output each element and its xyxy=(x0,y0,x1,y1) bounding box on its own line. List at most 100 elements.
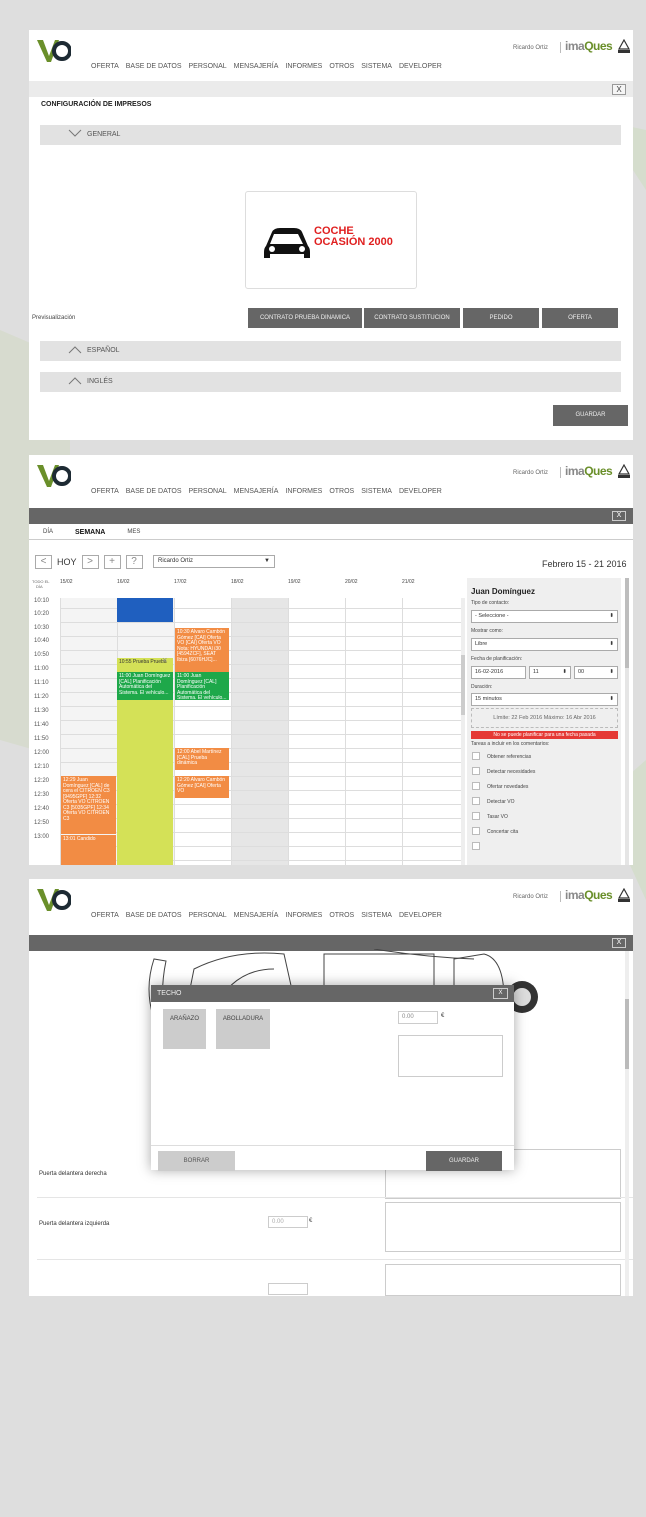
task-checkbox[interactable] xyxy=(472,842,480,850)
day-header[interactable]: 17/02 xyxy=(174,579,187,585)
delete-button[interactable]: BORRAR xyxy=(158,1151,235,1171)
save-button[interactable]: GUARDAR xyxy=(553,405,628,426)
event-block[interactable]: 12:29 Juan Domínguez [CAL] de cera el CI… xyxy=(61,776,116,834)
prev-button[interactable]: < xyxy=(35,555,52,569)
section-general[interactable]: GENERAL xyxy=(40,125,621,145)
event-block[interactable]: 13:01 Candido xyxy=(61,835,116,865)
hour-select[interactable]: 11 ⬍ xyxy=(529,666,571,679)
price-input[interactable] xyxy=(268,1283,308,1295)
nav-developer[interactable]: DEVELOPER xyxy=(399,488,442,495)
day-header[interactable]: 20/02 xyxy=(345,579,358,585)
nav-otros[interactable]: OTROS xyxy=(329,488,354,495)
task-checkbox[interactable] xyxy=(472,827,480,835)
event-block[interactable] xyxy=(117,598,173,622)
close-button[interactable]: X xyxy=(493,988,508,999)
nav-personal[interactable]: PERSONAL xyxy=(189,912,227,919)
company-logo[interactable] xyxy=(35,887,71,917)
price-input[interactable]: 0.00 xyxy=(398,1011,438,1024)
nav-otros[interactable]: OTROS xyxy=(329,63,354,70)
nav-base-de-datos[interactable]: BASE DE DATOS xyxy=(126,488,182,495)
company-logo[interactable] xyxy=(35,463,71,493)
scrollbar-thumb[interactable] xyxy=(625,578,629,668)
close-button[interactable]: X xyxy=(612,511,626,521)
add-button[interactable]: + xyxy=(103,555,121,569)
nav-personal[interactable]: PERSONAL xyxy=(189,63,227,70)
event-block[interactable]: 11:00 Juan Domínguez [CAL] Planificación… xyxy=(117,672,173,700)
nav-oferta[interactable]: OFERTA xyxy=(91,488,119,495)
event-block[interactable]: 10:30 Alvaro Cambón Gómez [CAI] Oferta V… xyxy=(175,628,229,672)
section-english[interactable]: INGLÉS xyxy=(40,372,621,392)
grid-line xyxy=(60,622,461,623)
calendar-grid[interactable]: 10:10 10:20 10:30 10:40 10:50 11:00 11:1… xyxy=(29,598,464,865)
task-checkbox[interactable] xyxy=(472,782,480,790)
user-name[interactable]: Ricardo Ortiz xyxy=(513,45,548,51)
duration-select[interactable]: 15 minutos ⬍ xyxy=(471,693,618,706)
nav-developer[interactable]: DEVELOPER xyxy=(399,63,442,70)
day-header[interactable]: 15/02 xyxy=(60,579,73,585)
event-block[interactable]: 12:00 Abel Martínez [CAL] Prueba dinámic… xyxy=(175,748,229,770)
nav-mensajeria[interactable]: MENSAJERÍA xyxy=(234,912,279,919)
nav-informes[interactable]: INFORMES xyxy=(285,488,322,495)
offer-button[interactable]: OFERTA xyxy=(542,308,618,328)
day-header[interactable]: 21/02 xyxy=(402,579,415,585)
scrollbar-thumb[interactable] xyxy=(625,999,629,1069)
event-block[interactable]: 11:00 Juan Domínguez [CAL] Planificación… xyxy=(175,672,229,700)
logo-preview[interactable]: COCHE OCASIÓN 2000 xyxy=(245,191,417,289)
minute-select[interactable]: 00 ⬍ xyxy=(574,666,618,679)
notes-textarea[interactable] xyxy=(385,1202,621,1252)
user-name[interactable]: Ricardo Ortiz xyxy=(513,470,548,476)
nav-base-de-datos[interactable]: BASE DE DATOS xyxy=(126,912,182,919)
nav-oferta[interactable]: OFERTA xyxy=(91,63,119,70)
task-checkbox[interactable] xyxy=(472,752,480,760)
event-block[interactable]: 12:20 Alvaro Cambón Gómez [CAI] Oferta V… xyxy=(175,776,229,798)
company-logo[interactable] xyxy=(35,38,71,68)
task-label: Tasar VO xyxy=(487,814,508,820)
close-icon[interactable]: × xyxy=(162,655,167,665)
grid-line xyxy=(60,636,461,637)
nav-sistema[interactable]: SISTEMA xyxy=(361,63,392,70)
nav-mensajeria[interactable]: MENSAJERÍA xyxy=(234,488,279,495)
nav-developer[interactable]: DEVELOPER xyxy=(399,912,442,919)
nav-oferta[interactable]: OFERTA xyxy=(91,912,119,919)
next-button[interactable]: > xyxy=(81,555,99,569)
nav-base-de-datos[interactable]: BASE DE DATOS xyxy=(126,63,182,70)
scratch-button[interactable]: ARAÑAZO xyxy=(163,1009,206,1049)
person-select[interactable]: Ricardo Ortiz ▼ xyxy=(153,555,275,568)
task-checkbox[interactable] xyxy=(472,767,480,775)
nav-otros[interactable]: OTROS xyxy=(329,912,354,919)
test-drive-contract-button[interactable]: CONTRATO PRUEBA DINAMICA xyxy=(248,308,362,328)
task-checkbox[interactable] xyxy=(472,812,480,820)
dent-button[interactable]: ABOLLADURA xyxy=(216,1009,270,1049)
contact-type-select[interactable]: - Seleccione - ⬍ xyxy=(471,610,618,623)
nav-informes[interactable]: INFORMES xyxy=(285,912,322,919)
replacement-contract-button[interactable]: CONTRATO SUSTITUCION xyxy=(364,308,460,328)
close-button[interactable]: X xyxy=(612,84,626,95)
tab-day[interactable]: DÍA xyxy=(43,529,53,536)
save-button[interactable]: GUARDAR xyxy=(426,1151,502,1171)
close-button[interactable]: X xyxy=(612,938,626,948)
show-as-select[interactable]: Libre ⬍ xyxy=(471,638,618,651)
nav-personal[interactable]: PERSONAL xyxy=(189,488,227,495)
user-name[interactable]: Ricardo Ortiz xyxy=(513,894,548,900)
nav-informes[interactable]: INFORMES xyxy=(285,63,322,70)
scrollbar[interactable] xyxy=(461,598,465,865)
nav-sistema[interactable]: SISTEMA xyxy=(361,912,392,919)
order-button[interactable]: PEDIDO xyxy=(463,308,539,328)
tab-week[interactable]: SEMANA xyxy=(75,529,105,536)
day-header[interactable]: 18/02 xyxy=(231,579,244,585)
plan-date-input[interactable]: 16-02-2016 xyxy=(471,666,526,679)
nav-mensajeria[interactable]: MENSAJERÍA xyxy=(234,63,279,70)
tab-month[interactable]: MES xyxy=(127,529,140,536)
day-header[interactable]: 16/02 xyxy=(117,579,130,585)
scrollbar-thumb[interactable] xyxy=(461,655,465,715)
notes-textarea[interactable] xyxy=(398,1035,503,1077)
day-header[interactable]: 19/02 xyxy=(288,579,301,585)
nav-sistema[interactable]: SISTEMA xyxy=(361,488,392,495)
section-spanish[interactable]: ESPAÑOL xyxy=(40,341,621,361)
today-button[interactable]: HOY xyxy=(57,557,77,567)
task-checkbox[interactable] xyxy=(472,797,480,805)
price-input[interactable]: 0.00 xyxy=(268,1216,308,1228)
notes-textarea[interactable] xyxy=(385,1264,621,1296)
warning-icon xyxy=(618,464,630,478)
help-button[interactable]: ? xyxy=(125,555,143,569)
